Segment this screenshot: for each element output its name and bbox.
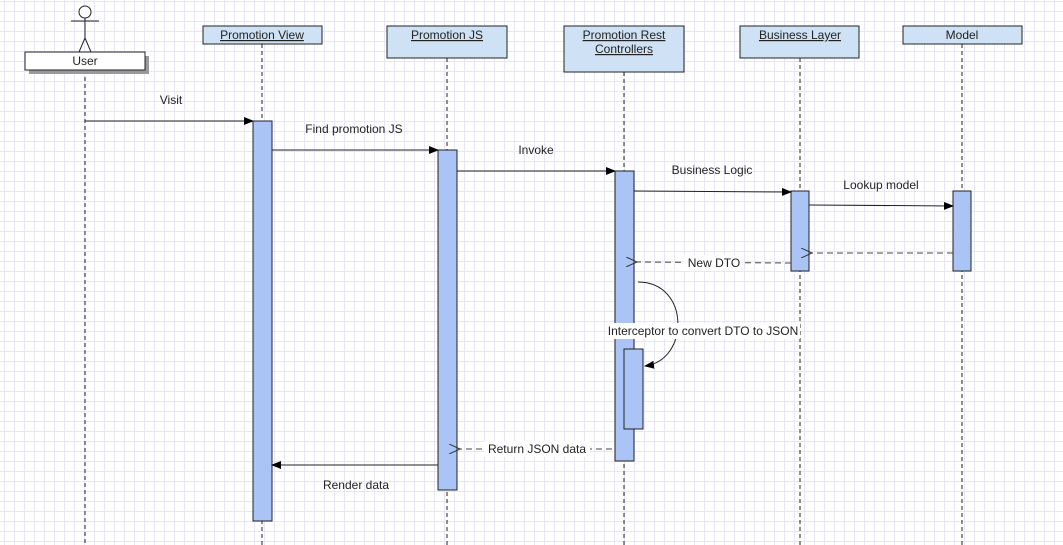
message-label: Visit (160, 93, 183, 107)
message-business-logic-arrow[interactable] (633, 187, 792, 196)
message-label: Find promotion JS (305, 122, 402, 136)
sequence-diagram: User Promotion View Promotion JS Promoti… (24, 5, 1023, 545)
participant-label: Promotion View (220, 28, 304, 42)
message-lookup-model-arrow[interactable] (808, 201, 954, 210)
participant-label: Controllers (595, 42, 653, 56)
activation-model[interactable] (952, 190, 972, 272)
activation-business-layer[interactable] (790, 190, 810, 272)
message-label: New DTO (688, 256, 740, 270)
activation-promotion-js[interactable] (437, 149, 458, 491)
message-label: Invoke (518, 143, 554, 157)
participant-label: Promotion JS (411, 28, 483, 42)
activation-promotion-view[interactable] (252, 120, 273, 522)
participant-label: User (72, 54, 97, 68)
activation-interceptor[interactable] (623, 348, 644, 430)
message-label: Render data (323, 478, 389, 492)
diagram-canvas: User Promotion View Promotion JS Promoti… (0, 0, 1063, 545)
actor-user-icon (71, 5, 99, 53)
message-label: Interceptor to convert DTO to JSON (608, 324, 799, 338)
message-label: Business Logic (672, 163, 753, 177)
message-label: Return JSON data (488, 442, 586, 456)
participant-label: Promotion Rest (583, 28, 666, 42)
participant-label: Business Layer (759, 28, 841, 42)
participant-label: Model (946, 28, 979, 42)
message-label: Lookup model (843, 178, 918, 192)
